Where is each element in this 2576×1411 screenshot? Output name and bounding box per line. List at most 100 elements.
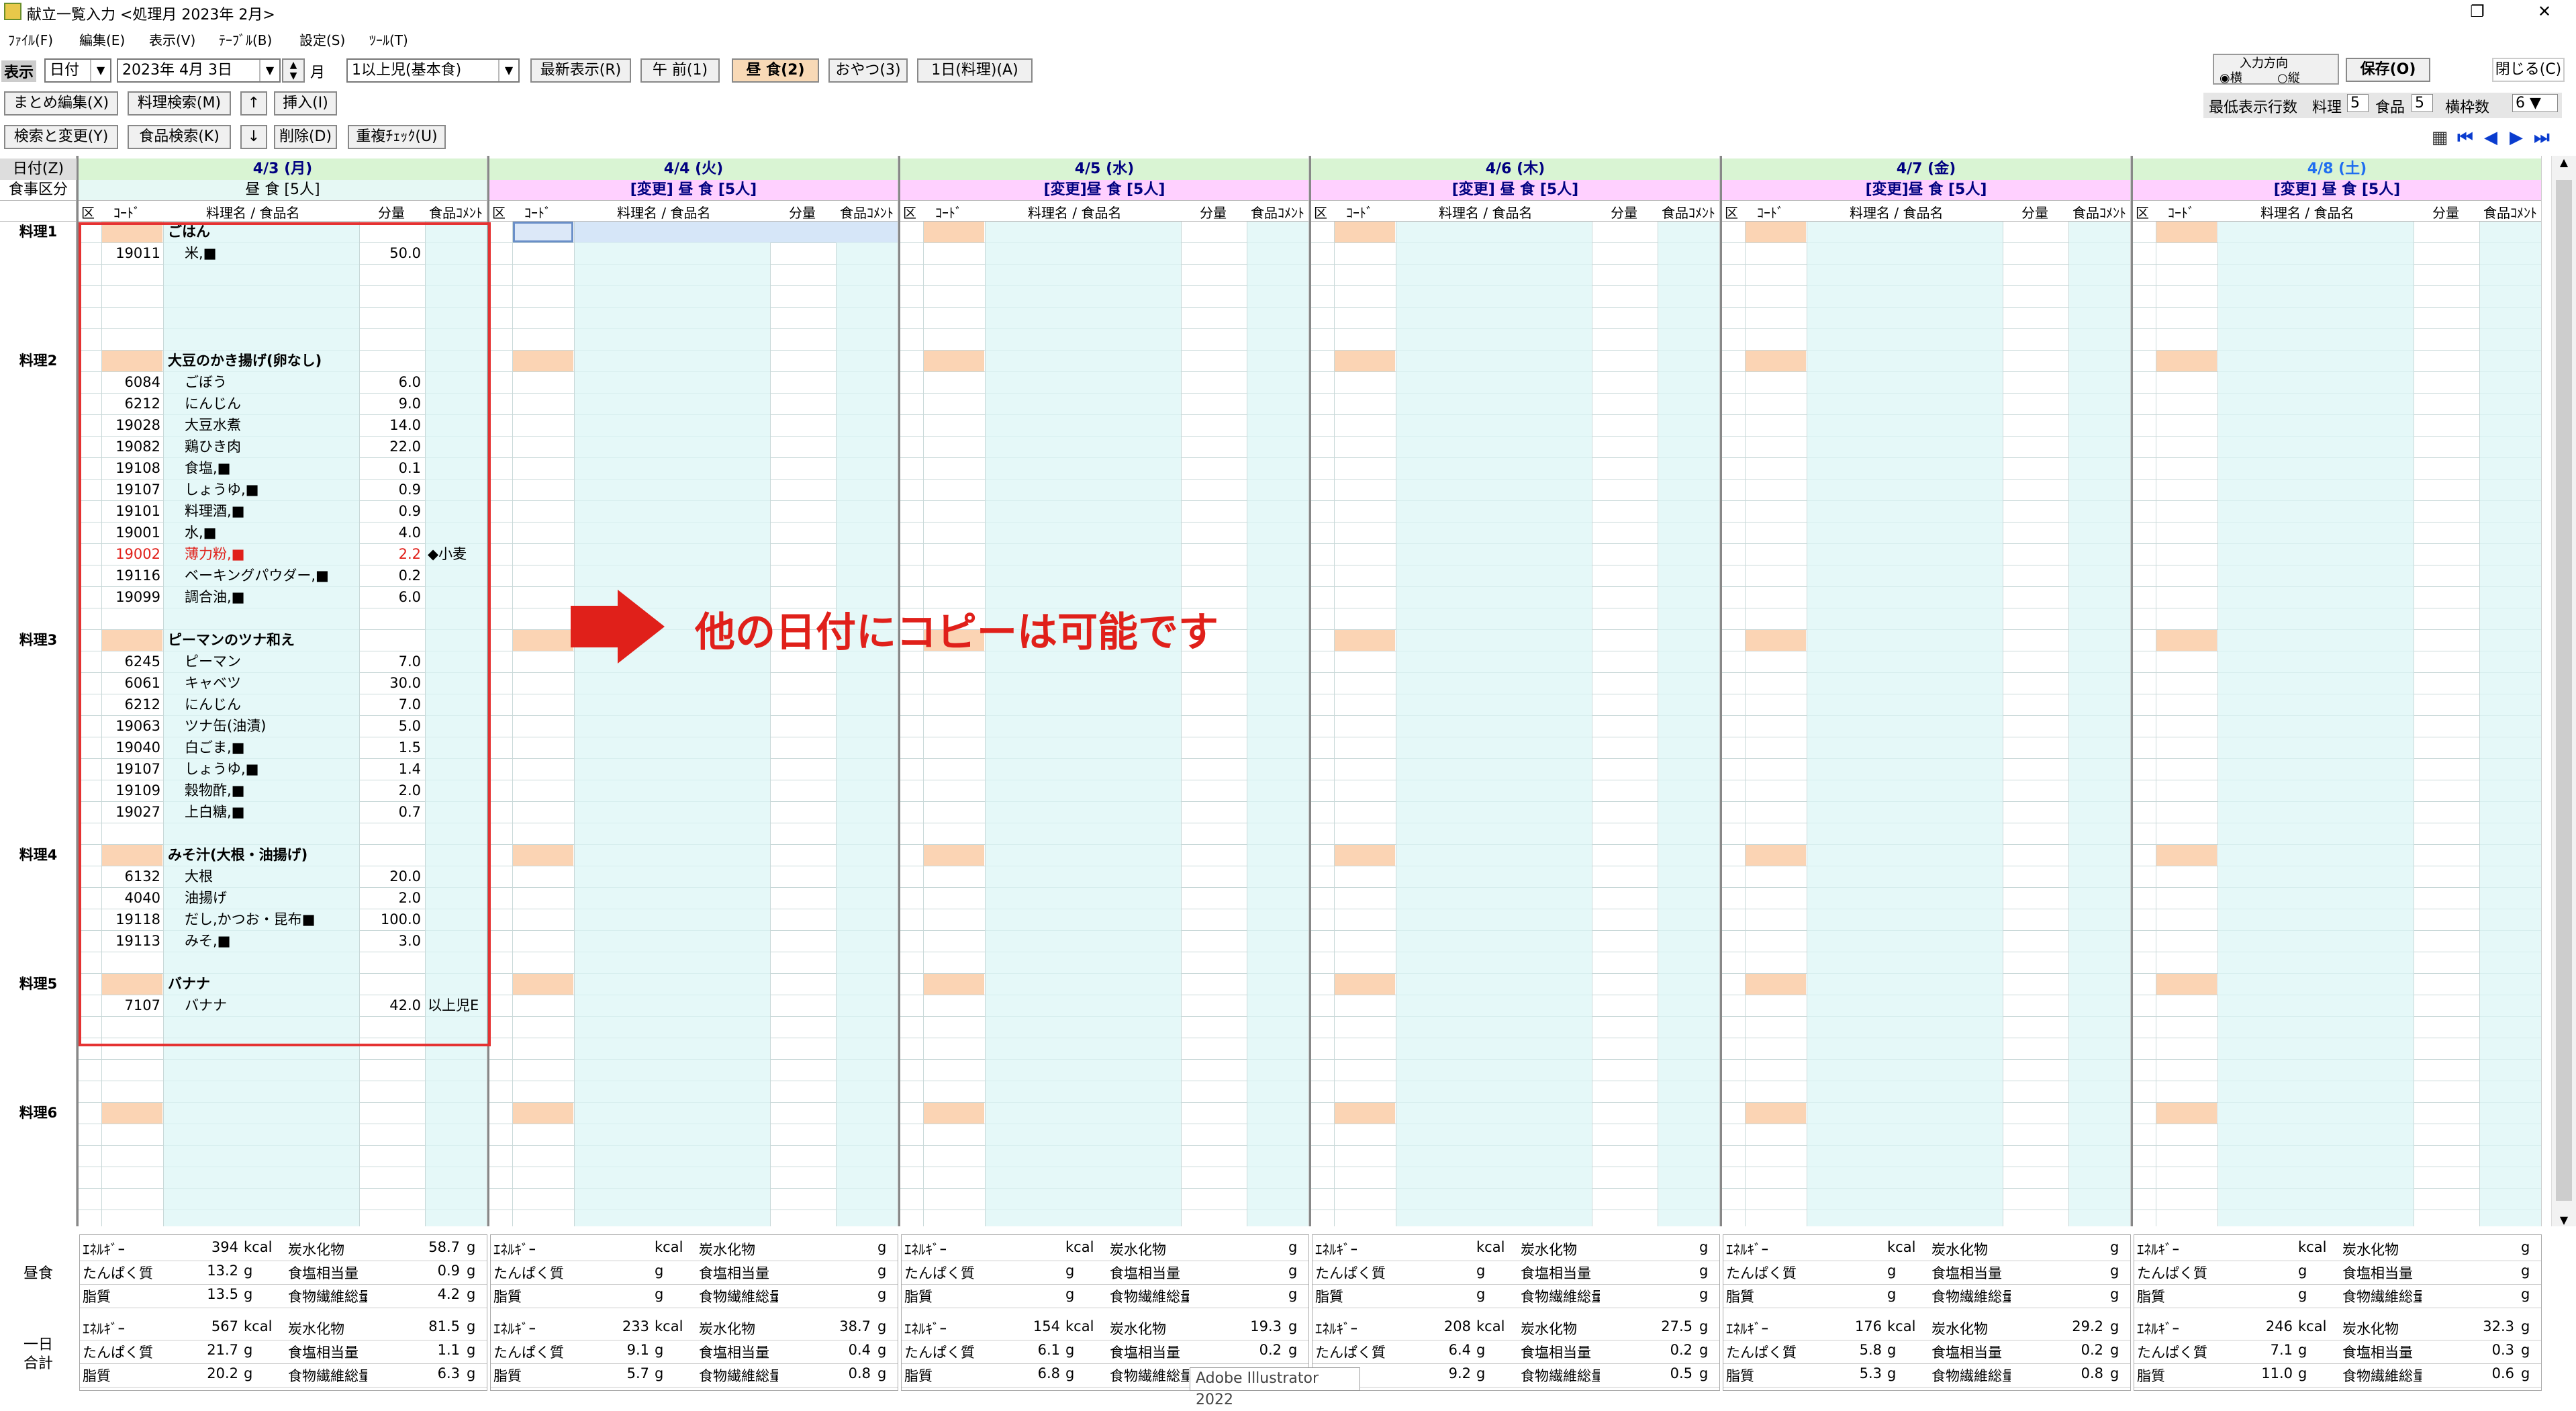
row-area[interactable] xyxy=(1311,222,1719,1226)
menu-file[interactable]: ﾌｧｲﾙ(F) xyxy=(8,30,53,49)
dup-check-button[interactable]: 重複ﾁｪｯｸ(U) xyxy=(348,125,446,149)
one-day-button[interactable]: 1日(料理)(A) xyxy=(917,58,1033,83)
dish-code-cell[interactable] xyxy=(1335,630,1395,651)
row-area[interactable] xyxy=(900,222,1308,1226)
dish-code-cell[interactable] xyxy=(1335,1103,1395,1124)
vertical-scrollbar[interactable]: ▲ ▼ xyxy=(2551,156,2576,1226)
row-area[interactable] xyxy=(2133,222,2541,1226)
row-area[interactable] xyxy=(1722,222,2130,1226)
dish-code-cell[interactable] xyxy=(1746,1103,1806,1124)
bulk-edit-button[interactable]: まとめ編集(X) xyxy=(4,91,118,116)
day-meal-header[interactable]: [変更] 昼 食 [5人] xyxy=(489,180,898,200)
day-date-header[interactable]: 4/7 (金) xyxy=(1722,158,2130,180)
move-down-button[interactable]: ↓ xyxy=(240,125,267,149)
target-select[interactable]: 1以上児(基本食) ▼ xyxy=(346,58,520,83)
selected-cell[interactable] xyxy=(513,222,573,242)
search-replace-button[interactable]: 検索と変更(Y) xyxy=(4,125,118,149)
nutrient-value: 6.8 xyxy=(1037,1365,1060,1381)
dish-code-cell[interactable] xyxy=(924,222,984,242)
dir-horizontal-radio[interactable]: ◉横 xyxy=(2220,69,2242,86)
dish-code-cell[interactable] xyxy=(513,630,573,651)
day-meal-header[interactable]: [変更] 昼 食 [5人] xyxy=(2133,180,2541,200)
nutrient-unit: g xyxy=(2298,1263,2307,1279)
dish-search-button[interactable]: 料理検索(M) xyxy=(128,91,231,116)
nutrient-unit: kcal xyxy=(1887,1318,1916,1334)
meal-am-button[interactable]: 午 前(1) xyxy=(640,58,720,83)
nutrient-unit: g xyxy=(1288,1263,1298,1279)
comment-header: 食品ｺﾒﾝﾄ xyxy=(2072,205,2126,221)
dish-rows-input[interactable]: 5 xyxy=(2347,94,2369,112)
scroll-thumb[interactable] xyxy=(2556,180,2572,1201)
dish-code-cell[interactable] xyxy=(1746,974,1806,995)
delete-button[interactable]: 削除(D) xyxy=(274,125,337,149)
nutrient-label: ｴﾈﾙｷﾞｰ xyxy=(1726,1321,1768,1337)
dish-code-cell[interactable] xyxy=(2156,222,2217,242)
move-up-button[interactable]: ↑ xyxy=(240,91,267,116)
dish-code-cell[interactable] xyxy=(2156,974,2217,995)
save-button[interactable]: 保存(O) xyxy=(2346,58,2430,82)
dish-code-cell[interactable] xyxy=(1335,222,1395,242)
close-button[interactable]: 閉じる(C) xyxy=(2492,58,2565,82)
dish-code-cell[interactable] xyxy=(924,351,984,371)
menu-table[interactable]: ﾃｰﾌﾞﾙ(B) xyxy=(219,30,272,49)
row-area[interactable] xyxy=(489,222,898,1226)
date-picker[interactable]: 2023年 4月 3日 ▼ xyxy=(117,58,281,83)
dish-code-cell[interactable] xyxy=(1746,222,1806,242)
dish-code-cell[interactable] xyxy=(1746,630,1806,651)
dish-code-cell[interactable] xyxy=(513,351,573,371)
spin-button[interactable]: ▲ ▼ xyxy=(282,58,305,83)
dish-code-cell[interactable] xyxy=(1335,351,1395,371)
meal-lunch-button[interactable]: 昼 食(2) xyxy=(732,58,819,83)
dish-code-cell[interactable] xyxy=(513,974,573,995)
day-date-header[interactable]: 4/4 (火) xyxy=(489,158,898,180)
day-date-header[interactable]: 4/5 (水) xyxy=(900,158,1308,180)
close-icon[interactable]: ✕ xyxy=(2524,0,2565,23)
dish-code-cell[interactable] xyxy=(2156,630,2217,651)
dish-code-cell[interactable] xyxy=(513,845,573,866)
dish-code-cell[interactable] xyxy=(1335,974,1395,995)
nutrient-value: 32.3 xyxy=(2483,1318,2514,1334)
grid-icon[interactable]: ▦ xyxy=(2429,126,2450,149)
food-rows-input[interactable]: 5 xyxy=(2412,94,2433,112)
scroll-up-icon[interactable]: ▲ xyxy=(2552,156,2576,169)
nutrient-value: 19.3 xyxy=(1250,1318,1282,1334)
dish-code-cell[interactable] xyxy=(102,1103,162,1124)
next-page-icon[interactable]: ▶ xyxy=(2506,126,2527,149)
last-page-icon[interactable]: ⏭ xyxy=(2531,126,2553,149)
day-meal-header[interactable]: [変更]昼 食 [5人] xyxy=(900,180,1308,200)
dish-code-cell[interactable] xyxy=(2156,845,2217,866)
dish-code-cell[interactable] xyxy=(513,1103,573,1124)
day-meal-header[interactable]: [変更]昼 食 [5人] xyxy=(1722,180,2130,200)
food-search-button[interactable]: 食品検索(K) xyxy=(128,125,231,149)
dish-code-cell[interactable] xyxy=(2156,351,2217,371)
menu-settings[interactable]: 設定(S) xyxy=(299,30,345,49)
dish-code-cell[interactable] xyxy=(1746,845,1806,866)
menu-tools[interactable]: ﾂｰﾙ(T) xyxy=(369,30,408,49)
meal-snack-button[interactable]: おやつ(3) xyxy=(828,58,908,83)
insert-button[interactable]: 挿入(I) xyxy=(274,91,337,116)
prev-page-icon[interactable]: ◀ xyxy=(2480,126,2501,149)
day-meal-header[interactable]: 昼 食 [5人] xyxy=(79,180,487,200)
day-date-header[interactable]: 4/3 (月) xyxy=(79,158,487,180)
restore-icon[interactable]: ❐ xyxy=(2457,0,2497,23)
menu-view[interactable]: 表示(V) xyxy=(149,30,195,49)
day-date-header[interactable]: 4/6 (木) xyxy=(1311,158,1719,180)
dish-code-cell[interactable] xyxy=(924,974,984,995)
view-mode-select[interactable]: 日付 ▼ xyxy=(44,58,111,83)
dish-code-cell[interactable] xyxy=(924,845,984,866)
dir-vertical-radio[interactable]: ○縦 xyxy=(2277,69,2300,86)
menu-edit[interactable]: 編集(E) xyxy=(79,30,125,49)
first-page-icon[interactable]: ⏮ xyxy=(2454,126,2476,149)
dish-code-cell[interactable] xyxy=(924,1103,984,1124)
nutrient-label: ｴﾈﾙｷﾞｰ xyxy=(1726,1242,1768,1258)
day-meal-header[interactable]: [変更] 昼 食 [5人] xyxy=(1311,180,1719,200)
day-date-header[interactable]: 4/8 (土) xyxy=(2133,158,2541,180)
refresh-button[interactable]: 最新表示(R) xyxy=(530,58,631,83)
nutrient-value: 0.3 xyxy=(2491,1342,2514,1358)
nutrition-row: たんぱく質 21.7 g 食塩相当量 1.1 g xyxy=(80,1340,487,1364)
dish-code-cell[interactable] xyxy=(2156,1103,2217,1124)
cols-select[interactable]: 6 ▼ xyxy=(2512,94,2558,112)
scroll-down-icon[interactable]: ▼ xyxy=(2552,1214,2576,1226)
dish-code-cell[interactable] xyxy=(1335,845,1395,866)
dish-code-cell[interactable] xyxy=(1746,351,1806,371)
